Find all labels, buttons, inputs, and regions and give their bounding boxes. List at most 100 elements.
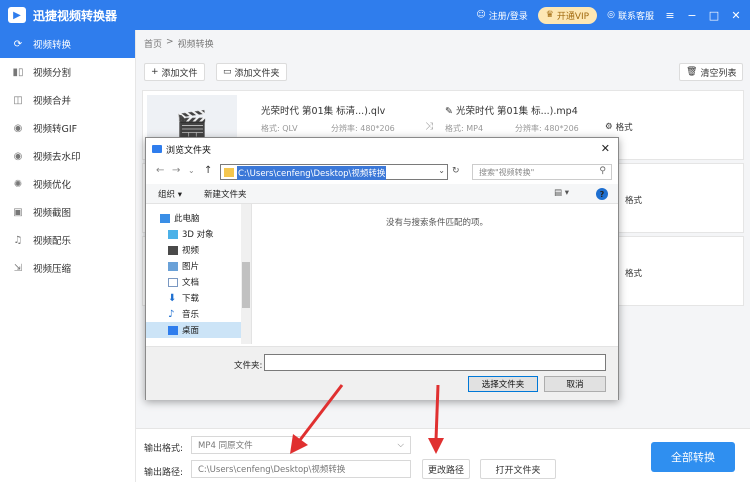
close-icon[interactable]: ✕ [730, 9, 742, 22]
search-input[interactable]: 搜索"视频转换" ⚲ [472, 164, 612, 180]
gif-icon: ◉ [13, 122, 23, 134]
sidebar-item-video-merge[interactable]: ◫ 视频合并 [0, 86, 135, 114]
tree-item-label: 3D 对象 [182, 230, 214, 240]
open-folder-button[interactable]: 打开文件夹 [480, 459, 556, 479]
tree-item-label: 音乐 [182, 310, 200, 320]
history-chevron-icon[interactable]: ⌄ [188, 166, 195, 175]
cube-icon [168, 229, 178, 239]
sidebar-item-label: 视频优化 [33, 180, 72, 191]
output-file-name[interactable]: ✎ 光荣时代 第01集 标...).mp4 [445, 103, 578, 117]
dialog-close-icon[interactable]: ✕ [601, 142, 610, 155]
output-file-name-text: 光荣时代 第01集 标...).mp4 [456, 106, 578, 117]
sidebar-item-label: 视频转GIF [33, 124, 78, 135]
compress-icon: ⇲ [13, 262, 23, 274]
sidebar-item-optimize[interactable]: ✺ 视频优化 [0, 170, 135, 198]
sidebar-item-watermark[interactable]: ◉ 视频去水印 [0, 142, 135, 170]
support-link[interactable]: ◎ 联系客服 [607, 9, 654, 22]
output-format-value: MP4 同原文件 [198, 441, 253, 451]
sidebar-item-label: 视频合并 [33, 96, 72, 107]
tree-item-3d-objects[interactable]: 3D 对象 [146, 226, 242, 242]
sidebar-item-music[interactable]: ♫ 视频配乐 [0, 226, 135, 254]
sidebar-item-label: 视频压缩 [33, 264, 72, 275]
help-icon[interactable]: ? [596, 188, 608, 200]
sidebar-item-video-gif[interactable]: ◉ 视频转GIF [0, 114, 135, 142]
toolbar: + 添加文件 ▭ 添加文件夹 🗑 清空列表 [136, 60, 750, 84]
add-folder-button[interactable]: ▭ 添加文件夹 [216, 63, 287, 81]
tree-item-pictures[interactable]: 图片 [146, 258, 242, 274]
picture-folder-icon [168, 261, 178, 271]
sidebar-item-label: 视频去水印 [33, 152, 81, 163]
folder-name-row: 文件夹: 选择文件夹 取消 [146, 346, 618, 400]
search-icon: ⚲ [599, 166, 606, 176]
format-settings-button[interactable]: 格式 [625, 267, 642, 279]
output-path-field[interactable]: C:\Users\cenfeng\Desktop\视频转换 [191, 460, 411, 478]
tree-item-this-pc[interactable]: 此电脑 [146, 210, 242, 226]
sidebar-item-video-convert[interactable]: ⟳ 视频转换 [0, 30, 135, 58]
add-file-button[interactable]: + 添加文件 [144, 63, 205, 81]
back-arrow-icon[interactable]: ← [156, 165, 164, 176]
format-settings-button[interactable]: ⚙ 格式 [605, 121, 633, 133]
cancel-button[interactable]: 取消 [544, 376, 606, 392]
trash-icon: 🗑 [686, 67, 698, 77]
sidebar: ⟳ 视频转换 ▮▯ 视频分割 ◫ 视频合并 ◉ 视频转GIF ◉ 视频去水印 ✺… [0, 30, 136, 482]
refresh-icon[interactable]: ↻ [452, 166, 460, 176]
output-format-label: 输出格式: [144, 444, 184, 454]
chevron-down-icon[interactable]: ⌄ [438, 166, 445, 175]
view-options-icon[interactable]: ▤ ▾ [554, 188, 569, 198]
organize-button[interactable]: 组织 ▾ [158, 188, 182, 200]
clear-list-button[interactable]: 🗑 清空列表 [679, 63, 744, 81]
tree-item-documents[interactable]: 文档 [146, 274, 242, 290]
login-link[interactable]: ☺ 注册/登录 [476, 9, 527, 22]
add-file-label: 添加文件 [161, 68, 198, 79]
tree-item-music[interactable]: ♪ 音乐 [146, 306, 242, 322]
tree-item-desktop[interactable]: 桌面 [146, 322, 242, 338]
chevron-down-icon: ⌵ [397, 440, 404, 450]
tree-item-downloads[interactable]: ⬇ 下载 [146, 290, 242, 306]
support-label: 联系客服 [617, 11, 654, 22]
tree-item-label: 图片 [182, 262, 200, 272]
gear-icon: ⚙ [605, 122, 613, 132]
maximize-icon[interactable]: □ [708, 9, 720, 22]
vip-button[interactable]: ♛ 开通VIP [537, 6, 598, 24]
address-input[interactable]: C:\Users\cenfeng\Desktop\视频转换 ⌄ [220, 164, 448, 180]
tree-item-label: 此电脑 [174, 214, 200, 224]
format-settings-button[interactable]: 格式 [625, 194, 642, 206]
tree-scrollbar[interactable] [241, 204, 251, 344]
sidebar-item-label: 视频配乐 [33, 236, 72, 247]
split-icon: ▮▯ [12, 66, 24, 78]
convert-all-button[interactable]: 全部转换 [651, 442, 735, 472]
clear-list-label: 清空列表 [700, 68, 737, 79]
new-folder-button[interactable]: 新建文件夹 [204, 188, 247, 200]
login-label: 注册/登录 [488, 11, 528, 22]
menu-icon[interactable]: ≡ [664, 9, 676, 22]
output-format-select[interactable]: MP4 同原文件 ⌵ [191, 436, 411, 454]
command-bar: 组织 ▾ 新建文件夹 ▤ ▾ ? [146, 184, 618, 204]
address-text: C:\Users\cenfeng\Desktop\视频转换 [237, 166, 387, 180]
change-path-button[interactable]: 更改路径 [422, 459, 470, 479]
dialog-title: 浏览文件夹 [166, 145, 212, 156]
chat-icon: ◎ [607, 10, 615, 20]
tree-scrollbar-thumb[interactable] [242, 262, 250, 308]
select-folder-button[interactable]: 选择文件夹 [468, 376, 538, 392]
sidebar-item-video-split[interactable]: ▮▯ 视频分割 [0, 58, 135, 86]
output-format: 格式: MP4 [445, 124, 484, 133]
breadcrumb-home[interactable]: 首页 [144, 37, 162, 50]
video-folder-icon [168, 245, 178, 255]
sidebar-item-screenshot[interactable]: ▣ 视频截图 [0, 198, 135, 226]
source-format: 格式: QLV [261, 124, 298, 133]
output-settings-bar: 输出格式: MP4 同原文件 ⌵ 输出路径: C:\Users\cenfeng\… [136, 428, 750, 482]
minimize-icon[interactable]: − [686, 9, 698, 22]
tree-item-more[interactable]: ... [146, 338, 242, 344]
edit-icon: ✎ [445, 106, 453, 117]
tree-item-videos[interactable]: 视频 [146, 242, 242, 258]
app-logo-icon: ▶ [8, 7, 26, 23]
sidebar-item-compress[interactable]: ⇲ 视频压缩 [0, 254, 135, 282]
source-resolution: 分辨率: 480*206 [331, 124, 395, 133]
browse-folder-dialog: 浏览文件夹 ✕ ← → ⌄ ↑ C:\Users\cenfeng\Desktop… [145, 137, 619, 400]
watermark-icon: ◉ [13, 150, 23, 162]
folder-name-input[interactable] [264, 354, 606, 371]
forward-arrow-icon[interactable]: → [172, 165, 180, 176]
tree-item-label: 桌面 [182, 326, 200, 336]
up-arrow-icon[interactable]: ↑ [204, 165, 212, 176]
folder-icon [224, 168, 234, 177]
